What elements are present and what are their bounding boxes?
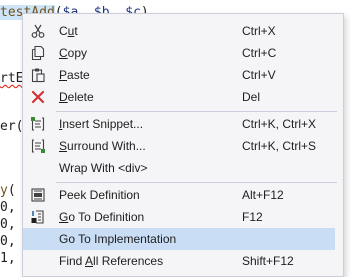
menu-item-shortcut: Ctrl+C: [242, 46, 277, 60]
insert-snippet-icon: [30, 116, 46, 132]
menu-item-wrap-with-div[interactable]: Wrap With <div>: [23, 157, 335, 179]
menu-item-label: Copy: [59, 46, 88, 60]
menu-separator: [56, 111, 337, 112]
menu-item-shortcut: Alt+F12: [242, 188, 284, 202]
menu-item-shortcut: Ctrl+V: [242, 68, 276, 82]
copy-icon: [30, 45, 46, 61]
surround-with-icon: [30, 138, 46, 154]
menu-item-shortcut: F12: [242, 210, 263, 224]
menu-separator: [56, 182, 337, 183]
go-to-definition-icon: [30, 209, 46, 225]
menu-item-label: Paste: [59, 68, 90, 82]
menu-item-go-to-implementation[interactable]: Go To Implementation: [23, 228, 335, 250]
menu-item-label: Go To Definition: [59, 210, 145, 224]
menu-item-find-all-references[interactable]: Find All References Shift+F12: [23, 250, 335, 272]
menu-item-go-to-definition[interactable]: Go To Definition F12: [23, 206, 335, 228]
menu-item-label: Delete: [59, 90, 94, 104]
menu-item-label: Go To Implementation: [59, 232, 177, 246]
delete-icon: [30, 89, 46, 105]
menu-item-label: Peek Definition: [59, 188, 140, 202]
menu-item-insert-snippet[interactable]: Insert Snippet... Ctrl+K, Ctrl+X: [23, 113, 335, 135]
paste-icon: [30, 67, 46, 83]
menu-item-label: Surround With...: [59, 139, 146, 153]
menu-item-shortcut: Ctrl+K, Ctrl+X: [242, 117, 317, 131]
menu-item-surround-with[interactable]: Surround With... Ctrl+K, Ctrl+S: [23, 135, 335, 157]
code-line: y(: [0, 183, 16, 198]
menu-item-delete[interactable]: Delete Del: [23, 86, 335, 108]
menu-item-label: Cut: [59, 24, 78, 38]
menu-item-shortcut: Shift+F12: [242, 254, 294, 268]
menu-item-shortcut: Del: [242, 90, 261, 104]
menu-item-label: Wrap With <div>: [59, 161, 148, 175]
menu-item-shortcut: Ctrl+K, Ctrl+S: [242, 139, 317, 153]
menu-item-copy[interactable]: Copy Ctrl+C: [23, 42, 335, 64]
menu-item-paste[interactable]: Paste Ctrl+V: [23, 64, 335, 86]
menu-item-peek-definition[interactable]: Peek Definition Alt+F12: [23, 184, 335, 206]
menu-item-shortcut: Ctrl+X: [242, 24, 276, 38]
scissors-icon: [30, 23, 46, 39]
peek-definition-icon: [30, 187, 46, 203]
menu-item-label: Find All References: [59, 254, 164, 268]
menu-item-label: Insert Snippet...: [59, 117, 144, 131]
menu-item-cut[interactable]: Cut Ctrl+X: [23, 20, 335, 42]
context-menu: Cut Ctrl+X Copy Ctrl+C Paste Ctrl+V Dele…: [22, 13, 344, 277]
